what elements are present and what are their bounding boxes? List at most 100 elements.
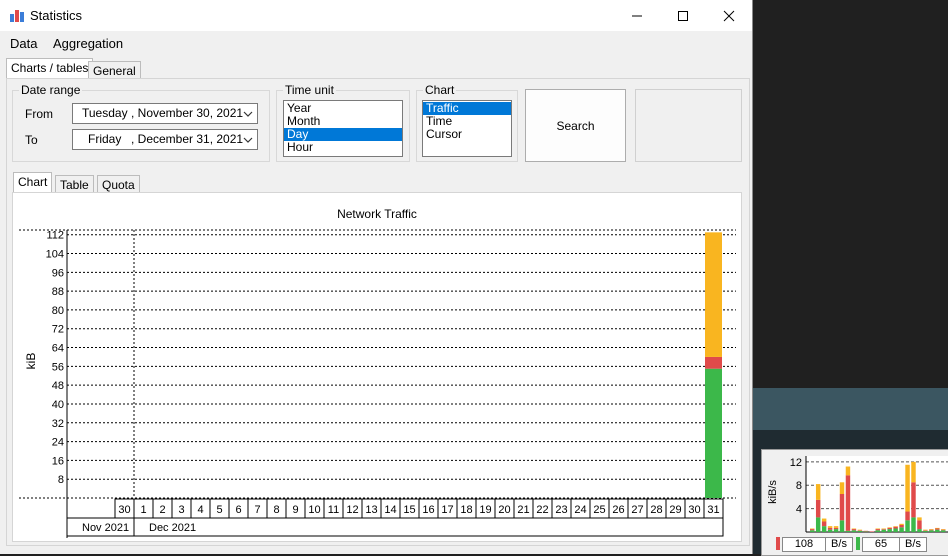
window-title: Statistics (30, 8, 83, 23)
tab-charts-tables-label: Charts / tables (11, 61, 89, 75)
mini-y-axis-label: kiB/s (767, 480, 779, 504)
x-tick-label: 30 (118, 504, 130, 516)
time-unit-label: Time unit (283, 83, 336, 97)
rx-value-box: 108 (782, 537, 826, 552)
maximize-button[interactable] (660, 0, 706, 31)
x-tick-label: 31 (707, 504, 719, 516)
x-tick-label: 27 (631, 504, 643, 516)
y-tick-label: 24 (52, 437, 64, 449)
maximize-icon (678, 10, 688, 21)
x-tick-label: 30 (688, 504, 700, 516)
chevron-down-icon[interactable] (243, 111, 253, 117)
tab-charts-tables[interactable]: Charts / tables (6, 58, 94, 79)
mini-bar-segment (887, 529, 892, 532)
mini-bar-segment (917, 520, 922, 530)
x-tick-label: 28 (650, 504, 662, 516)
x-tick-label: 17 (441, 504, 453, 516)
y-axis-label: kiB (24, 353, 38, 370)
x-tick-label: 4 (197, 504, 203, 516)
mini-bar-segment (810, 530, 815, 532)
mini-bar-segment (839, 520, 845, 532)
bar-segment (705, 232, 722, 357)
menu-data[interactable]: Data (10, 36, 37, 51)
tab-table-label: Table (60, 178, 89, 192)
month-label: Dec 2021 (149, 522, 196, 534)
x-tick-label: 15 (403, 504, 415, 516)
to-date-picker[interactable]: Friday , December 31, 2021 (72, 129, 258, 150)
bar-chart-icon (10, 10, 24, 22)
x-tick-label: 21 (517, 504, 529, 516)
mini-bar-segment (863, 531, 869, 532)
mini-bar-segment (833, 527, 839, 530)
tab-chart[interactable]: Chart (13, 172, 53, 193)
mini-bar-segment (917, 517, 922, 521)
to-label: To (25, 133, 38, 147)
time-unit-list[interactable]: Year Month Day Hour (283, 100, 403, 157)
mini-traffic-chart: kiB/s 4 8 12 (767, 456, 948, 533)
minimize-icon (632, 15, 642, 16)
mini-bar-segment (810, 528, 815, 530)
from-weekday: Tuesday (82, 106, 128, 120)
mini-bar-segment (899, 527, 904, 532)
mini-bar-segment (941, 529, 946, 530)
mini-bar-segment (899, 523, 904, 525)
x-tick-label: 29 (669, 504, 681, 516)
mini-bar-segment (869, 531, 875, 532)
statistics-window: Statistics Data Aggregation Charts / tab… (0, 0, 753, 554)
rx-indicator (776, 537, 780, 550)
date-range-group: Date range From To (12, 83, 270, 162)
mini-bar-segment (911, 517, 916, 532)
tx-unit: B/s (905, 538, 921, 550)
y-tick-label: 40 (52, 399, 64, 411)
mini-bar-segment (845, 475, 851, 531)
x-tick-label: 8 (273, 504, 279, 516)
tx-unit-box: B/s (899, 537, 927, 552)
rx-value: 108 (794, 538, 814, 550)
mini-y-tick-label: 4 (796, 504, 802, 516)
rx-unit: B/s (831, 538, 847, 550)
taskbar-band (753, 388, 948, 430)
from-label: From (25, 107, 53, 121)
y-tick-label: 72 (52, 324, 64, 336)
title-bar[interactable]: Statistics (0, 0, 752, 31)
x-tick-label: 14 (384, 504, 396, 516)
search-button[interactable]: Search (525, 89, 626, 162)
y-tick-label: 64 (52, 343, 64, 355)
x-tick-label: 23 (555, 504, 567, 516)
mini-bar-segment (941, 529, 946, 531)
mini-bar-segment (935, 528, 940, 530)
x-tick-label: 24 (574, 504, 586, 516)
mini-bar-segment (839, 494, 845, 521)
menu-bar: Data Aggregation (0, 31, 752, 55)
chart-type-list[interactable]: Traffic Time Cursor (422, 100, 512, 157)
mini-bar-segment (929, 529, 934, 530)
chart-panel: Network Traffic kiB 8 16 24 32 40 48 56 64 72 80 88 9… (12, 192, 742, 542)
x-tick-label: 16 (422, 504, 434, 516)
minimize-button[interactable] (614, 0, 660, 31)
chart-option-cursor[interactable]: Cursor (423, 128, 511, 141)
time-unit-option-hour[interactable]: Hour (284, 141, 402, 154)
mini-y-tick-label: 8 (796, 480, 802, 492)
bar-segment (705, 356, 722, 369)
mini-bar-segment (893, 528, 898, 532)
chart-title: Network Traffic (337, 207, 417, 221)
x-tick-label: 18 (460, 504, 472, 516)
mini-bar-segment (905, 464, 910, 512)
from-date-picker[interactable]: Tuesday , November 30, 2021 (72, 103, 258, 124)
y-tick-label: 56 (52, 361, 64, 373)
mini-bar-segment (857, 530, 863, 532)
chevron-down-icon[interactable] (243, 137, 253, 143)
mini-bar-segment (815, 517, 821, 532)
chart-type-label: Chart (423, 83, 457, 97)
mini-bar-segment (881, 528, 886, 530)
menu-aggregation[interactable]: Aggregation (53, 36, 123, 51)
mini-bar-segment (815, 499, 821, 518)
from-date: , November 30, 2021 (131, 106, 244, 120)
y-tick-label: 80 (52, 305, 64, 317)
x-tick-label: 6 (235, 504, 241, 516)
mini-bar-segment (905, 520, 910, 532)
extra-button[interactable] (635, 89, 742, 162)
y-tick-label: 88 (52, 286, 64, 298)
mini-y-tick-label: 12 (790, 457, 802, 469)
close-button[interactable] (706, 0, 752, 31)
